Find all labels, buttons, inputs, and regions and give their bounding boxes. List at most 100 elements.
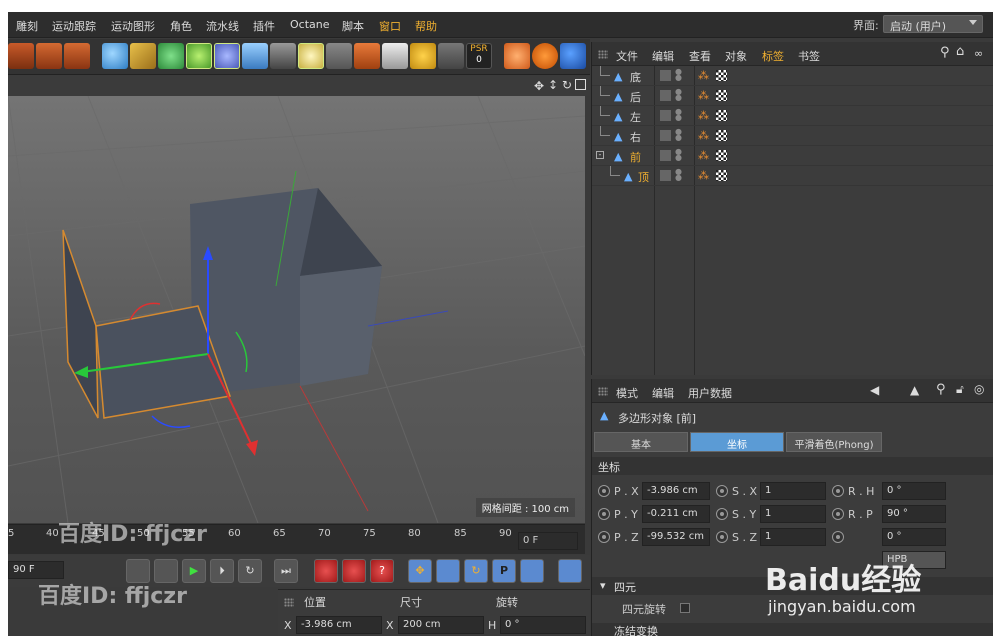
layout-dropdown[interactable]: 启动 (用户) (883, 15, 983, 33)
coord-rotation-h-field[interactable]: 0 ° (500, 616, 586, 634)
phong-tag-icon[interactable]: ⁂ (698, 69, 709, 82)
search-icon[interactable]: ⚲ (936, 382, 946, 397)
om-menu-view[interactable]: 查看 (689, 48, 711, 64)
freeze-section[interactable]: 冻结变换 (592, 623, 993, 636)
object-row[interactable]: ▲ 顶 ● ● ⁂ (592, 166, 993, 186)
scale-x-field[interactable]: 1 (760, 482, 826, 500)
menu-pipeline[interactable]: 流水线 (206, 18, 239, 34)
quaternion-rotation-checkbox[interactable] (680, 603, 690, 613)
script-s-icon[interactable] (532, 43, 558, 69)
object-name[interactable]: 右 (630, 129, 641, 145)
am-menu-user-data[interactable]: 用户数据 (688, 385, 732, 401)
camera-icon[interactable] (270, 43, 296, 69)
am-menu-mode[interactable]: 模式 (616, 385, 638, 401)
object-name[interactable]: 底 (630, 69, 641, 85)
object-name[interactable]: 前 (630, 149, 641, 165)
link-icon[interactable]: ∞ (974, 47, 983, 60)
param-key-icon[interactable]: P (492, 559, 516, 583)
menu-motion-tracking[interactable]: 运动跟踪 (52, 18, 96, 34)
om-menu-file[interactable]: 文件 (616, 48, 638, 64)
phong-tag-icon[interactable]: ⁂ (698, 169, 709, 182)
rotation-b-field[interactable]: 0 ° (882, 528, 946, 546)
rotate-key-icon[interactable]: ↻ (464, 559, 488, 583)
render-view-icon[interactable] (36, 43, 62, 69)
record-icon[interactable] (314, 559, 338, 583)
lock-icon[interactable]: 🔓︎ (956, 382, 964, 397)
cube-icon[interactable] (102, 43, 128, 69)
uvw-tag-icon[interactable] (716, 110, 727, 121)
back-arrow-icon[interactable]: ◀ (870, 383, 879, 397)
phong-tag-icon[interactable]: ⁂ (698, 129, 709, 142)
om-menu-objects[interactable]: 对象 (725, 48, 747, 64)
scale-z-field[interactable]: 1 (760, 528, 826, 546)
layer-icon[interactable] (660, 150, 671, 161)
object-row[interactable]: ▲ 底 ● ● ⁂ (592, 66, 993, 86)
joint-icon[interactable] (326, 43, 352, 69)
layer-icon[interactable] (660, 110, 671, 121)
object-name[interactable]: 左 (630, 109, 641, 125)
position-y-field[interactable]: -0.211 cm (642, 505, 710, 523)
animate-radio[interactable] (832, 508, 844, 520)
render-region-icon[interactable] (8, 43, 34, 69)
animate-radio[interactable] (832, 531, 844, 543)
home-icon[interactable]: ⌂ (956, 44, 964, 59)
menu-plugins[interactable]: 插件 (253, 18, 275, 34)
layer-icon[interactable] (660, 70, 671, 81)
rotation-h-field[interactable]: 0 ° (882, 482, 946, 500)
light-icon[interactable] (298, 43, 324, 69)
om-menu-bookmarks[interactable]: 书签 (798, 48, 820, 64)
object-row[interactable]: - ▲ 前 ● ● ⁂ (592, 146, 993, 166)
deformer-icon[interactable] (214, 43, 240, 69)
loop-icon[interactable]: ↻ (238, 559, 262, 583)
am-menu-edit[interactable]: 编辑 (652, 385, 674, 401)
up-arrow-icon[interactable]: ▲ (910, 383, 919, 397)
animate-radio[interactable] (598, 531, 610, 543)
object-row[interactable]: ▲ 右 ● ● ⁂ (592, 126, 993, 146)
pen-icon[interactable] (130, 43, 156, 69)
timeline-window-icon[interactable] (558, 559, 582, 583)
animate-radio[interactable] (716, 531, 728, 543)
menu-mograph[interactable]: 运动图形 (111, 18, 155, 34)
uvw-tag-icon[interactable] (716, 150, 727, 161)
coord-position-x-field[interactable]: -3.986 cm (296, 616, 382, 634)
rotation-p-field[interactable]: 90 ° (882, 505, 946, 523)
visibility-dots-icon[interactable]: ● ● (675, 128, 682, 142)
animate-radio[interactable] (716, 485, 728, 497)
snap-icon[interactable] (504, 43, 530, 69)
keyframe-help-icon[interactable]: ? (370, 559, 394, 583)
menu-window[interactable]: 窗口 (379, 18, 401, 34)
tag-icon[interactable] (354, 43, 380, 69)
render-settings-icon[interactable] (64, 43, 90, 69)
visibility-dots-icon[interactable]: ● ● (675, 108, 682, 122)
search-icon[interactable]: ⚲ (940, 45, 950, 60)
zoom-view-icon[interactable]: ↕ (548, 78, 558, 92)
phong-tag-icon[interactable]: ⁂ (698, 89, 709, 102)
visibility-dots-icon[interactable]: ● ● (675, 88, 682, 102)
psr-counter[interactable]: PSR 0 (466, 43, 492, 69)
layer-icon[interactable] (660, 170, 671, 181)
visibility-dots-icon[interactable]: ● ● (675, 68, 682, 82)
python-icon[interactable] (560, 43, 586, 69)
end-frame-field[interactable]: 90 F (8, 561, 64, 579)
menu-character[interactable]: 角色 (170, 18, 192, 34)
subdivision-icon[interactable] (158, 43, 184, 69)
scale-y-field[interactable]: 1 (760, 505, 826, 523)
animate-radio[interactable] (716, 508, 728, 520)
goto-end-icon[interactable]: ⏭ (274, 559, 298, 583)
animate-radio[interactable] (598, 508, 610, 520)
workplane-icon[interactable] (438, 43, 464, 69)
collapse-icon[interactable]: - (596, 151, 604, 159)
settings-icon[interactable]: ◎ (974, 382, 984, 396)
pla-key-icon[interactable] (520, 559, 544, 583)
visibility-dots-icon[interactable]: ● ● (675, 168, 682, 182)
uvw-tag-icon[interactable] (716, 90, 727, 101)
uvw-tag-icon[interactable] (716, 130, 727, 141)
menu-help[interactable]: 帮助 (415, 18, 437, 34)
move-view-icon[interactable]: ✥ (534, 79, 544, 93)
rotate-view-icon[interactable]: ↻ (562, 78, 572, 92)
animate-radio[interactable] (832, 485, 844, 497)
phong-tag-icon[interactable]: ⁂ (698, 109, 709, 122)
maximize-view-icon[interactable] (575, 79, 586, 90)
coord-size-x-field[interactable]: 200 cm (398, 616, 484, 634)
layer-icon[interactable] (660, 130, 671, 141)
